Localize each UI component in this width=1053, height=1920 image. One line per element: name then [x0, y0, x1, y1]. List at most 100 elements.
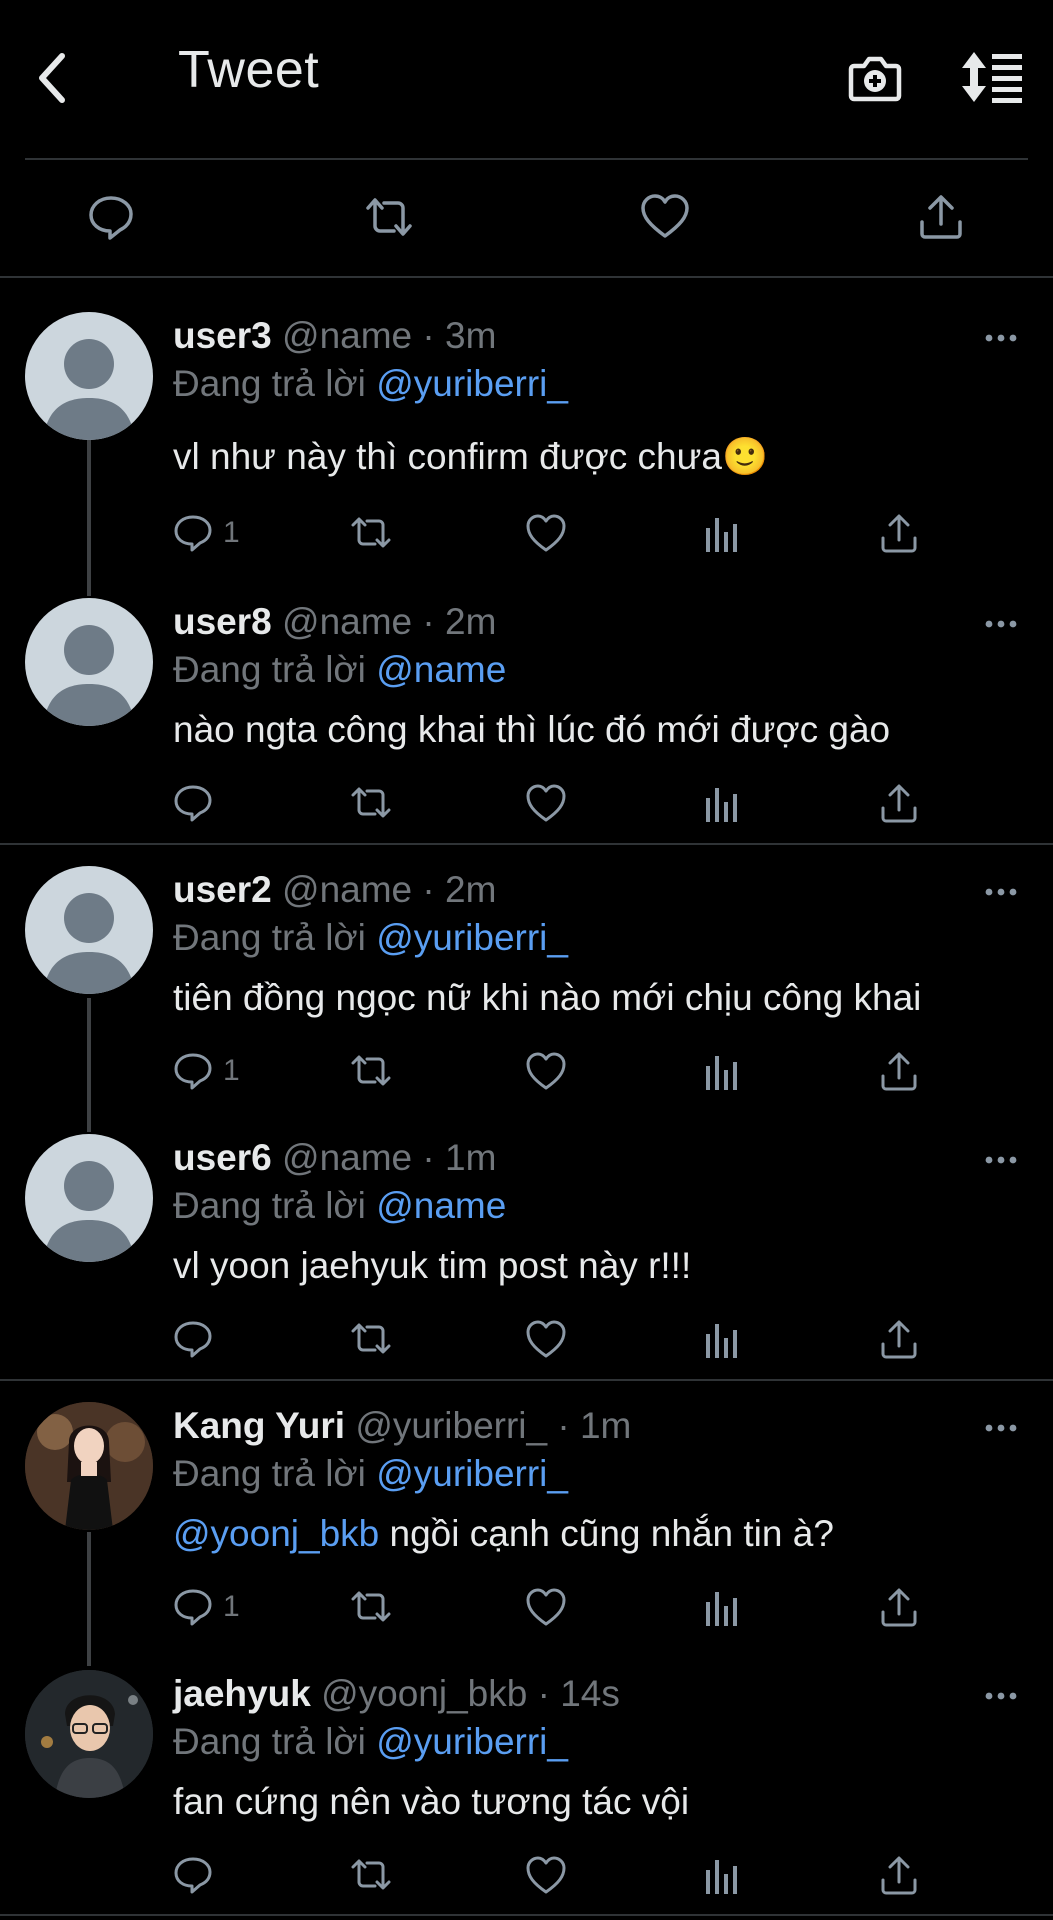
- reply-button[interactable]: 1: [173, 1050, 240, 1096]
- like-icon[interactable]: [525, 782, 567, 828]
- reply-button[interactable]: [173, 782, 213, 828]
- handle: @name: [282, 869, 413, 910]
- section-divider: [0, 276, 1053, 278]
- display-name[interactable]: user8: [173, 601, 272, 642]
- handle: @name: [282, 1137, 413, 1178]
- body-mention[interactable]: @yoonj_bkb: [173, 1513, 379, 1554]
- replying-to-mention[interactable]: @yuriberri_: [376, 917, 568, 958]
- more-icon[interactable]: [984, 1690, 1018, 1702]
- analytics-icon[interactable]: [703, 512, 739, 558]
- reply-header: jaehyuk @yoonj_bkb · 14s: [173, 1673, 620, 1714]
- replying-to-mention[interactable]: @yuriberri_: [376, 1721, 568, 1762]
- display-name[interactable]: user3: [173, 315, 272, 356]
- handle: @name: [282, 315, 413, 356]
- timestamp: 1m: [579, 1405, 632, 1446]
- reply-button[interactable]: 1: [173, 512, 240, 558]
- avatar[interactable]: [25, 866, 153, 994]
- header-divider: [25, 158, 1028, 160]
- replying-to: Đang trả lời @name: [173, 1185, 507, 1226]
- display-name[interactable]: user2: [173, 869, 272, 910]
- reply-count: 1: [223, 1054, 240, 1087]
- thread-line: [87, 1532, 91, 1666]
- more-icon[interactable]: [984, 332, 1018, 344]
- like-icon[interactable]: [525, 512, 567, 558]
- reply-text: vl yoon jaehyuk tim post này r!!!: [173, 1245, 692, 1286]
- reply-icon[interactable]: [86, 192, 136, 242]
- avatar[interactable]: [25, 1134, 153, 1262]
- replying-to-mention[interactable]: @name: [376, 649, 506, 690]
- replying-to-mention[interactable]: @name: [376, 1185, 506, 1226]
- replying-to: Đang trả lời @yuriberri_: [173, 363, 568, 404]
- timestamp: 14s: [560, 1673, 620, 1714]
- timestamp: 2m: [445, 601, 497, 642]
- retweet-icon[interactable]: [349, 512, 393, 558]
- handle: @yuriberri_: [355, 1405, 548, 1446]
- like-icon[interactable]: [525, 1854, 567, 1900]
- share-icon[interactable]: [879, 1050, 919, 1096]
- like-icon[interactable]: [525, 1050, 567, 1096]
- replying-to-mention[interactable]: @yuriberri_: [376, 1453, 568, 1494]
- reply-count: 1: [223, 1590, 240, 1623]
- avatar[interactable]: [25, 312, 153, 440]
- more-icon[interactable]: [984, 618, 1018, 630]
- replying-to: Đang trả lời @yuriberri_: [173, 1453, 568, 1494]
- reply-button[interactable]: [173, 1318, 213, 1364]
- page-title: Tweet: [178, 41, 320, 99]
- reply-text: fan cứng nên vào tương tác vội: [173, 1781, 690, 1822]
- retweet-icon[interactable]: [349, 782, 393, 828]
- conversation-divider: [0, 1914, 1053, 1916]
- replying-to-mention[interactable]: @yuriberri_: [376, 363, 568, 404]
- share-icon[interactable]: [879, 1318, 919, 1364]
- display-name[interactable]: Kang Yuri: [173, 1405, 345, 1446]
- reply-action-bar: [173, 1318, 933, 1364]
- share-icon[interactable]: [879, 782, 919, 828]
- reply-header: user3 @name · 3m: [173, 315, 497, 356]
- reply-text: nào ngta công khai thì lúc đó mới được g…: [173, 709, 891, 750]
- analytics-icon[interactable]: [703, 1318, 739, 1364]
- replying-to: Đang trả lời @name: [173, 649, 507, 690]
- thread-line: [87, 440, 91, 596]
- reply-count: 1: [223, 516, 240, 549]
- retweet-icon[interactable]: [362, 192, 412, 242]
- like-icon[interactable]: [640, 192, 690, 242]
- reply-text: tiên đồng ngọc nữ khi nào mới chịu công …: [173, 977, 922, 1018]
- top-bar: Tweet: [0, 0, 1053, 160]
- reply-text: @yoonj_bkb ngồi cạnh cũng nhắn tin à?: [173, 1513, 834, 1554]
- retweet-icon[interactable]: [349, 1318, 393, 1364]
- share-icon[interactable]: [879, 1586, 919, 1632]
- display-name[interactable]: user6: [173, 1137, 272, 1178]
- retweet-icon[interactable]: [349, 1050, 393, 1096]
- thread-line: [87, 998, 91, 1132]
- reply-action-bar: [173, 782, 933, 828]
- more-icon[interactable]: [984, 886, 1018, 898]
- sort-replies-icon[interactable]: [962, 50, 1026, 104]
- replying-to: Đang trả lời @yuriberri_: [173, 917, 568, 958]
- display-name[interactable]: jaehyuk: [173, 1673, 311, 1714]
- reply-action-bar: 1: [173, 1586, 933, 1632]
- analytics-icon[interactable]: [703, 1854, 739, 1900]
- analytics-icon[interactable]: [703, 1050, 739, 1096]
- reply-text: vl như này thì confirm được chưa🙂: [173, 436, 769, 477]
- share-icon[interactable]: [879, 512, 919, 558]
- back-arrow-icon[interactable]: [34, 48, 74, 108]
- share-icon[interactable]: [916, 192, 966, 242]
- conversation-divider: [0, 843, 1053, 845]
- camera-plus-icon[interactable]: [848, 50, 902, 104]
- more-icon[interactable]: [984, 1154, 1018, 1166]
- retweet-icon[interactable]: [349, 1586, 393, 1632]
- timestamp: 3m: [445, 315, 497, 356]
- analytics-icon[interactable]: [703, 1586, 739, 1632]
- retweet-icon[interactable]: [349, 1854, 393, 1900]
- conversation-divider: [0, 1379, 1053, 1381]
- like-icon[interactable]: [525, 1586, 567, 1632]
- like-icon[interactable]: [525, 1318, 567, 1364]
- reply-button[interactable]: [173, 1854, 213, 1900]
- avatar-jaehyuk[interactable]: [25, 1670, 153, 1798]
- share-icon[interactable]: [879, 1854, 919, 1900]
- avatar[interactable]: [25, 598, 153, 726]
- reply-action-bar: 1: [173, 1050, 933, 1096]
- more-icon[interactable]: [984, 1422, 1018, 1434]
- analytics-icon[interactable]: [703, 782, 739, 828]
- reply-button[interactable]: 1: [173, 1586, 240, 1632]
- avatar-kang-yuri[interactable]: [25, 1402, 153, 1530]
